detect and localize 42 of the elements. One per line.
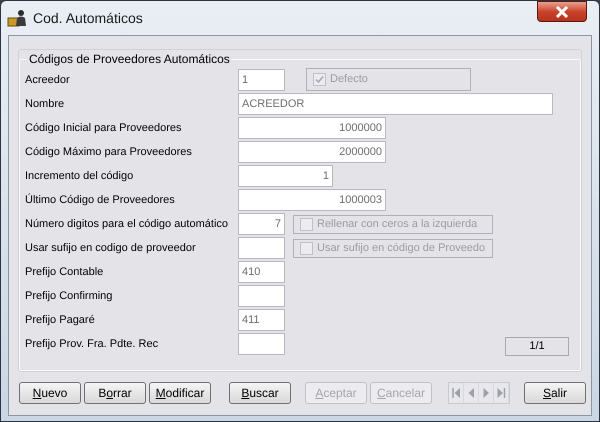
input-field[interactable]: [238, 333, 285, 355]
input-field[interactable]: 1000000: [238, 117, 386, 139]
checkbox-label: Usar sufijo en código de Proveedo: [317, 240, 486, 256]
button[interactable]: Salir: [524, 382, 586, 404]
group-title: Códigos de Proveedores Automáticos: [28, 51, 231, 68]
checkbox-label: Defecto: [330, 72, 368, 87]
button[interactable]: Buscar: [229, 382, 291, 404]
next-icon: [481, 387, 491, 399]
previous-icon: [466, 387, 476, 399]
field-label: Prefijo Prov. Fra. Pdte. Rec: [25, 336, 160, 352]
input-field[interactable]: 410: [238, 261, 285, 283]
app-icon: [7, 9, 27, 27]
field-label: Nombre: [25, 96, 66, 112]
button[interactable]: Borrar: [84, 382, 146, 404]
field-label: Código Inicial para Proveedores: [25, 120, 183, 136]
input-field[interactable]: 1: [238, 165, 333, 187]
input-field[interactable]: ACREEDOR: [238, 93, 553, 115]
field-label: Prefijo Confirming: [25, 288, 114, 304]
input-field[interactable]: [238, 237, 285, 259]
field-label: Incremento del código: [25, 168, 134, 184]
input-field[interactable]: [238, 285, 285, 307]
input-field[interactable]: 7: [238, 213, 285, 235]
field-label: Número digitos para el código automático: [25, 216, 230, 232]
field-label: Prefijo Contable: [25, 264, 104, 280]
first-icon: [451, 387, 461, 399]
window-title: Cod. Automáticos: [33, 8, 143, 28]
input-field[interactable]: 2000000: [238, 141, 386, 163]
input-field[interactable]: 411: [238, 309, 285, 331]
button[interactable]: Nuevo: [19, 382, 81, 404]
last-icon: [496, 387, 506, 399]
close-button[interactable]: [537, 1, 587, 22]
field-label: Prefijo Pagaré: [25, 312, 96, 328]
field-label: Acreedor: [25, 72, 71, 88]
input-field[interactable]: 1000003: [238, 189, 386, 211]
button[interactable]: Modificar: [149, 382, 211, 404]
field-label: Código Máximo para Proveedores: [25, 144, 193, 160]
input-field[interactable]: 1: [238, 69, 285, 91]
field-label: Usar sufijo en codigo de proveedor: [25, 240, 197, 256]
checkbox-label: Rellenar con ceros a la izquierda: [317, 216, 478, 232]
close-icon: [555, 6, 569, 18]
field-label: Último Código de Proveedores: [25, 192, 176, 208]
record-counter: 1/1: [505, 336, 569, 356]
